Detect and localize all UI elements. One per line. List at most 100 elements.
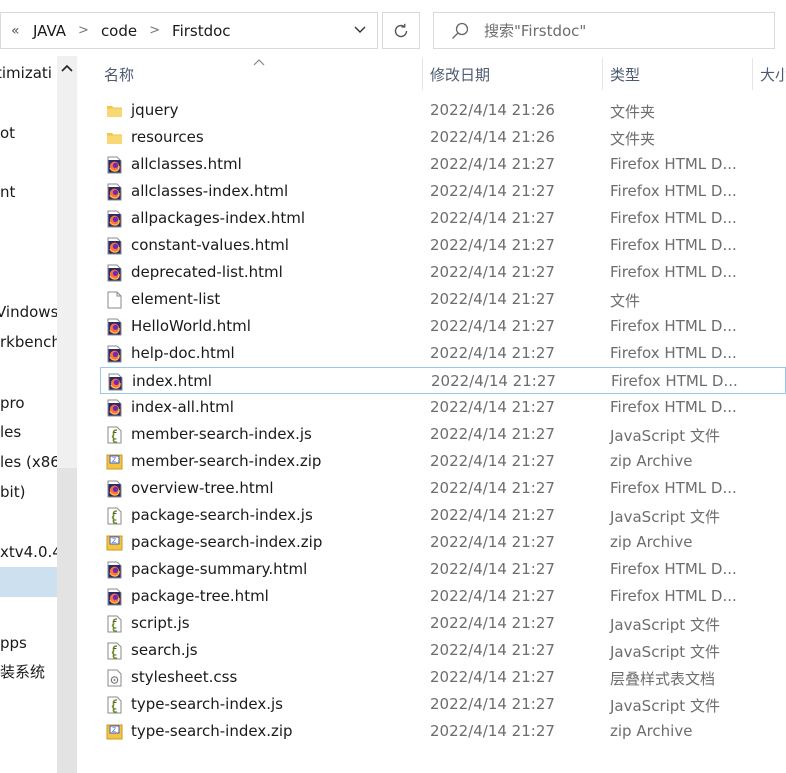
file-name[interactable]: package-search-index.zip xyxy=(131,533,322,551)
file-date: 2022/4/14 21:27 xyxy=(430,695,555,713)
zip-icon: Z xyxy=(106,534,123,552)
folder-icon xyxy=(106,129,123,147)
file-row[interactable]: Zmember-search-index.zip 2022/4/14 21:27 z… xyxy=(100,448,786,475)
firefox-icon xyxy=(106,156,123,174)
file-row[interactable]: type-search-index.js 2022/4/14 21:27 JavaS… xyxy=(100,691,786,718)
breadcrumb-java[interactable]: JAVA xyxy=(29,22,70,40)
file-type: 文件 xyxy=(610,292,641,310)
nav-scrollbar[interactable] xyxy=(57,56,77,773)
column-header-size[interactable]: 大小 xyxy=(760,64,786,85)
chevron-right-icon: > xyxy=(78,23,89,38)
nav-item[interactable]: xtv4.0.4 xyxy=(0,539,62,565)
file-row[interactable]: Zpackage-search-index.zip 2022/4/14 21:27… xyxy=(100,529,786,556)
file-row[interactable]: element-list 2022/4/14 21:27 文件 xyxy=(100,286,786,313)
file-name[interactable]: search.js xyxy=(131,641,198,659)
firefox-icon xyxy=(106,210,123,228)
file-row[interactable]: Ztype-search-index.zip 2022/4/14 21:27 zip… xyxy=(100,718,786,745)
nav-item[interactable]: 装系统 xyxy=(0,659,45,685)
column-divider[interactable] xyxy=(422,58,423,90)
file-row[interactable]: constant-values.html 2022/4/14 21:27 Firef… xyxy=(100,232,786,259)
file-row[interactable]: help-doc.html 2022/4/14 21:27 Firefox HTML… xyxy=(100,340,786,367)
file-name[interactable]: member-search-index.zip xyxy=(131,452,321,470)
file-name[interactable]: type-search-index.js xyxy=(131,695,283,713)
file-name[interactable]: element-list xyxy=(131,290,220,308)
file-name[interactable]: allclasses-index.html xyxy=(131,182,288,200)
nav-item[interactable]: pro xyxy=(0,390,25,416)
file-name[interactable]: allclasses.html xyxy=(131,155,242,173)
nav-item[interactable]: timizati xyxy=(0,60,52,86)
file-name[interactable]: index.html xyxy=(132,372,212,390)
column-header-type[interactable]: 类型 xyxy=(610,64,640,85)
nav-item[interactable]: ot xyxy=(0,120,15,146)
column-divider[interactable] xyxy=(752,58,753,90)
nav-selected-highlight xyxy=(0,567,57,597)
file-row[interactable]: allpackages-index.html 2022/4/14 21:27 Fir… xyxy=(100,205,786,232)
scroll-up-arrow-icon[interactable] xyxy=(61,64,73,72)
nav-item[interactable]: pps xyxy=(0,630,27,656)
file-type: zip Archive xyxy=(610,452,693,470)
file-name[interactable]: stylesheet.css xyxy=(131,668,237,686)
file-name[interactable]: allpackages-index.html xyxy=(131,209,305,227)
breadcrumb-firstdoc[interactable]: Firstdoc xyxy=(168,22,235,40)
file-type: JavaScript 文件 xyxy=(610,427,720,445)
file-name[interactable]: package-tree.html xyxy=(131,587,269,605)
file-date: 2022/4/14 21:27 xyxy=(430,587,555,605)
file-type: Firefox HTML D... xyxy=(610,263,737,281)
file-row[interactable]: search.js 2022/4/14 21:27 JavaScript 文件 xyxy=(100,637,786,664)
file-name[interactable]: jquery xyxy=(131,101,178,119)
file-row[interactable]: index.html 2022/4/14 21:27 Firefox HTML D.… xyxy=(100,367,786,394)
search-input[interactable]: 搜索"Firstdoc" xyxy=(433,12,775,49)
file-row[interactable]: allclasses-index.html 2022/4/14 21:27 Fire… xyxy=(100,178,786,205)
file-row[interactable]: overview-tree.html 2022/4/14 21:27 Firefox… xyxy=(100,475,786,502)
file-row[interactable]: index-all.html 2022/4/14 21:27 Firefox HTM… xyxy=(100,394,786,421)
file-row[interactable]: resources 2022/4/14 21:26 文件夹 xyxy=(100,124,786,151)
refresh-button[interactable] xyxy=(382,12,420,49)
file-date: 2022/4/14 21:27 xyxy=(430,560,555,578)
address-bar[interactable]: « JAVA > code > Firstdoc xyxy=(0,12,378,49)
file-type: Firefox HTML D... xyxy=(610,560,737,578)
file-row[interactable]: allclasses.html 2022/4/14 21:27 Firefox HT… xyxy=(100,151,786,178)
file-name[interactable]: package-summary.html xyxy=(131,560,307,578)
scrollbar-track[interactable] xyxy=(57,468,77,773)
file-row[interactable]: jquery 2022/4/14 21:26 文件夹 xyxy=(100,97,786,124)
address-prefix[interactable]: « xyxy=(1,23,29,39)
file-name[interactable]: type-search-index.zip xyxy=(131,722,293,740)
column-header-date[interactable]: 修改日期 xyxy=(430,64,490,85)
file-name[interactable]: deprecated-list.html xyxy=(131,263,283,281)
file-name[interactable]: HelloWorld.html xyxy=(131,317,251,335)
file-name[interactable]: member-search-index.js xyxy=(131,425,312,443)
file-row[interactable]: script.js 2022/4/14 21:27 JavaScript 文件 xyxy=(100,610,786,637)
file-type: Firefox HTML D... xyxy=(610,587,737,605)
file-date: 2022/4/14 21:27 xyxy=(430,209,555,227)
file-name[interactable]: script.js xyxy=(131,614,190,632)
nav-item[interactable]: les xyxy=(0,419,21,445)
nav-item[interactable]: rkbench xyxy=(0,329,61,355)
nav-item[interactable]: bit) xyxy=(0,479,25,505)
file-row[interactable]: deprecated-list.html 2022/4/14 21:27 Firef… xyxy=(100,259,786,286)
file-name[interactable]: index-all.html xyxy=(131,398,234,416)
file-name[interactable]: overview-tree.html xyxy=(131,479,274,497)
file-row[interactable]: package-tree.html 2022/4/14 21:27 Firefox … xyxy=(100,583,786,610)
firefox-icon xyxy=(107,373,124,391)
file-row[interactable]: package-summary.html 2022/4/14 21:27 Firef… xyxy=(100,556,786,583)
file-row[interactable]: HelloWorld.html 2022/4/14 21:27 Firefox HT… xyxy=(100,313,786,340)
file-row[interactable]: member-search-index.js 2022/4/14 21:27 Jav… xyxy=(100,421,786,448)
file-type: Firefox HTML D... xyxy=(610,155,737,173)
file-name[interactable]: constant-values.html xyxy=(131,236,289,254)
chevron-down-icon[interactable] xyxy=(353,23,367,37)
breadcrumb-code[interactable]: code xyxy=(97,22,141,40)
nav-item[interactable]: nt xyxy=(0,179,15,205)
column-header-name[interactable]: 名称 xyxy=(104,64,134,85)
file-name[interactable]: help-doc.html xyxy=(131,344,235,362)
file-date: 2022/4/14 21:27 xyxy=(430,182,555,200)
nav-item[interactable]: Vindows xyxy=(0,299,58,325)
file-row[interactable]: stylesheet.css 2022/4/14 21:27 层叠样式表文档 xyxy=(100,664,786,691)
file-row[interactable]: package-search-index.js 2022/4/14 21:27 Ja… xyxy=(100,502,786,529)
file-type: Firefox HTML D... xyxy=(610,479,737,497)
blank-file-icon xyxy=(106,291,123,309)
nav-item[interactable]: les (x86 xyxy=(0,449,60,475)
file-type: 层叠样式表文档 xyxy=(610,670,716,688)
column-divider[interactable] xyxy=(602,58,603,90)
file-name[interactable]: resources xyxy=(131,128,204,146)
file-name[interactable]: package-search-index.js xyxy=(131,506,313,524)
